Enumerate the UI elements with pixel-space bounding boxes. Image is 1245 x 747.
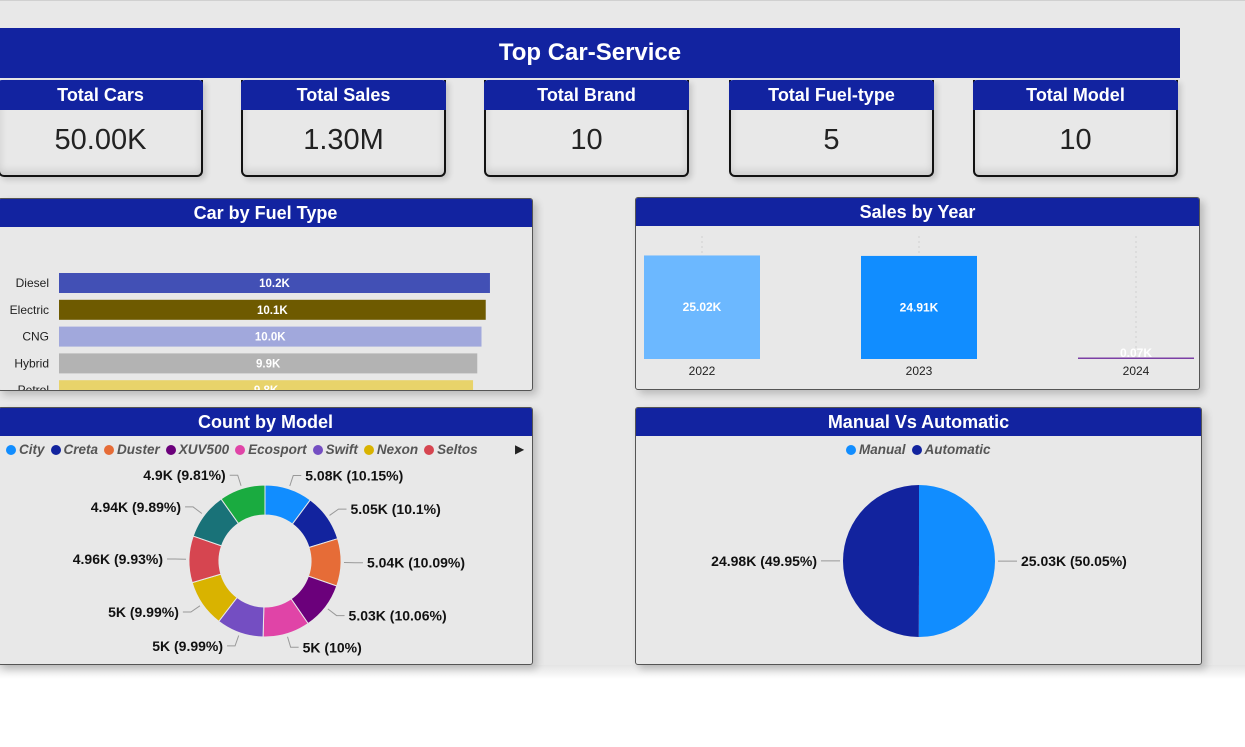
kpi-label: Total Model xyxy=(973,80,1178,110)
fuel-type-title: Car by Fuel Type xyxy=(0,199,532,227)
kpi-value: 5 xyxy=(823,124,840,156)
kpi-value: 10 xyxy=(570,124,603,156)
sales-year-title: Sales by Year xyxy=(636,198,1199,226)
pie-leader-line xyxy=(229,474,242,486)
dashboard-title: Top Car-Service xyxy=(0,28,1180,78)
pie-slice xyxy=(843,485,919,637)
pie-data-label: 5K (10%) xyxy=(303,639,362,655)
year-category-label: 2023 xyxy=(906,364,933,378)
pie-data-label: 5.08K (10.15%) xyxy=(305,468,403,484)
fuel-type-panel[interactable]: Car by Fuel Type Diesel 10.2K Electric 10.1… xyxy=(0,198,533,391)
model-donut-chart[interactable]: 5.08K (10.15%) 5.05K (10.1%) 5.04K (10.09%… xyxy=(0,436,533,665)
pie-slice xyxy=(918,485,996,637)
fuel-category-label: Petrol xyxy=(18,383,49,391)
kpi-label: Total Sales xyxy=(241,80,446,110)
fuel-data-label: 10.1K xyxy=(257,305,288,317)
pie-leader-line xyxy=(327,608,345,617)
kpi-value: 1.30M xyxy=(303,124,384,156)
sales-year-panel[interactable]: Sales by Year 25.02K 2022 24.91K 2023 0.07K 2… xyxy=(635,197,1200,390)
fuel-data-label: 9.8K xyxy=(254,385,279,391)
pie-data-label: 5K (9.99%) xyxy=(108,604,179,620)
pie-data-label: 4.9K (9.81%) xyxy=(143,467,225,483)
transmission-title: Manual Vs Automatic xyxy=(636,408,1201,436)
pie-leader-line xyxy=(182,605,201,613)
transmission-pie-chart[interactable]: 25.03K (50.05%) 24.98K (49.95%) xyxy=(636,436,1202,665)
kpi-label: Total Brand xyxy=(484,80,689,110)
kpi-card-total-brand[interactable]: Total Brand 10 xyxy=(484,80,689,177)
fuel-data-label: 9.9K xyxy=(256,358,281,370)
pie-data-label: 24.98K (49.95%) xyxy=(711,553,817,569)
pie-leader-line xyxy=(289,475,302,487)
fuel-data-label: 10.2K xyxy=(259,278,290,290)
kpi-card-total-model[interactable]: Total Model 10 xyxy=(973,80,1178,177)
pie-data-label: 5.03K (10.06%) xyxy=(349,608,447,624)
pie-leader-line xyxy=(185,506,203,514)
pie-data-label: 5.04K (10.09%) xyxy=(367,555,465,571)
pie-leader-line xyxy=(329,508,347,516)
pie-data-label: 25.03K (50.05%) xyxy=(1021,553,1127,569)
fuel-type-chart[interactable]: Diesel 10.2K Electric 10.1K CNG 10.0K Hybrid 9.… xyxy=(0,227,533,391)
year-category-label: 2022 xyxy=(689,364,716,378)
fuel-category-label: Electric xyxy=(10,303,49,317)
model-panel[interactable]: Count by Model City Creta Duster XUV500 Ecos… xyxy=(0,407,533,665)
pie-data-label: 4.96K (9.93%) xyxy=(73,551,163,567)
fuel-category-label: Diesel xyxy=(16,276,49,290)
pie-data-label: 4.94K (9.89%) xyxy=(91,499,181,515)
year-category-label: 2024 xyxy=(1123,364,1150,378)
kpi-label: Total Cars xyxy=(0,80,203,110)
fuel-category-label: CNG xyxy=(22,330,49,344)
kpi-card-total-sales[interactable]: Total Sales 1.30M xyxy=(241,80,446,177)
sales-year-chart[interactable]: 25.02K 2022 24.91K 2023 0.07K 2024 xyxy=(636,226,1200,390)
canvas-shadow xyxy=(0,665,1245,679)
transmission-panel[interactable]: Manual Vs Automatic Manual Automatic 25.0… xyxy=(635,407,1202,665)
pie-data-label: 5.05K (10.1%) xyxy=(351,501,441,517)
pie-data-label: 5K (9.99%) xyxy=(152,638,223,654)
fuel-data-label: 10.0K xyxy=(255,332,286,344)
model-title: Count by Model xyxy=(0,408,532,436)
kpi-card-total-cars[interactable]: Total Cars 50.00K xyxy=(0,80,203,177)
kpi-value: 10 xyxy=(1059,124,1092,156)
fuel-category-label: Hybrid xyxy=(14,356,49,370)
year-data-label: 25.02K xyxy=(683,300,722,314)
pie-leader-line xyxy=(287,636,299,648)
year-data-label: 0.07K xyxy=(1120,346,1152,360)
kpi-label: Total Fuel-type xyxy=(729,80,934,110)
kpi-card-total-fuel-type[interactable]: Total Fuel-type 5 xyxy=(729,80,934,177)
pie-leader-line xyxy=(227,635,240,647)
kpi-value: 50.00K xyxy=(54,124,147,156)
year-data-label: 24.91K xyxy=(900,300,939,314)
